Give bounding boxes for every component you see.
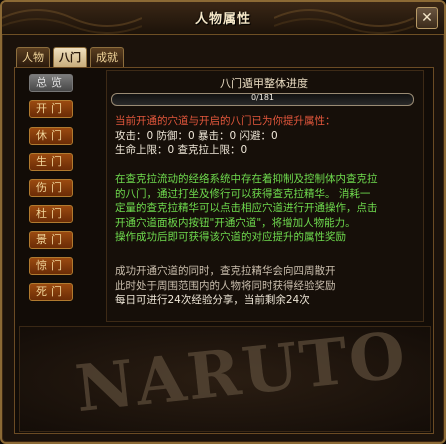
description-line: 开通穴道面板内按钮"开通穴道"，将增加人物能力。	[115, 216, 356, 229]
gate-button-jing[interactable]: 景门	[29, 231, 73, 249]
gate-button-sheng[interactable]: 生门	[29, 153, 73, 171]
gate-button-si[interactable]: 死门	[29, 283, 73, 301]
description-line: 操作成功后即可获得该穴道的对应提升的属性奖励	[115, 231, 346, 243]
gate-button-xiu[interactable]: 休门	[29, 127, 73, 145]
logo-area: NARUTO	[19, 318, 431, 432]
tab-achievements[interactable]: 成就	[90, 47, 124, 67]
sharing-line: 此时处于周围范围内的人物将同时获得经验奖励	[115, 279, 336, 292]
overview-button[interactable]: 总览	[29, 74, 73, 92]
tab-bar: 人物 八门 成就	[16, 47, 124, 68]
description-line: 定量的查克拉精华可以点击相应穴道进行开通操作，点击	[115, 202, 378, 214]
attributes-line-1: 攻击：0 防御：0 暴击：0 闪避：0	[115, 130, 278, 142]
gate-button-du[interactable]: 杜门	[29, 205, 73, 223]
progress-title: 八门遁甲整体进度	[220, 77, 308, 90]
window-title: 人物属性	[194, 12, 251, 27]
description-line: 的八门，通过打坐及修行可以获得查克拉精华。 消耗一	[115, 187, 371, 200]
sharing-text: 成功开通穴道的同时，查克拉精华会向四周散开 此时处于周围范围内的人物将同时获得经…	[115, 264, 336, 308]
tab-character[interactable]: 人物	[16, 47, 50, 67]
attributes-heading: 当前开通的穴道与开启的八门已为你提升属性：	[115, 115, 336, 127]
gate-button-jing2[interactable]: 惊门	[29, 257, 73, 275]
sharing-line: 每日可进行24次经验分享，当前剩余24次	[115, 294, 310, 306]
gate-button-kai[interactable]: 开门	[29, 100, 73, 118]
naruto-logo: NARUTO	[71, 317, 411, 428]
description-text: 在查克拉流动的经络系统中存在着抑制及控制体内查克拉 的八门，通过打坐及修行可以获…	[115, 172, 378, 245]
progress-text: 0/181	[250, 93, 275, 102]
gate-button-shang[interactable]: 伤门	[29, 179, 73, 197]
description-line: 在查克拉流动的经络系统中存在着抑制及控制体内查克拉	[115, 173, 378, 185]
close-icon[interactable]: ✕	[416, 7, 438, 29]
sharing-line: 成功开通穴道的同时，查克拉精华会向四周散开	[115, 265, 336, 277]
overall-progress-bar: 0/181	[111, 93, 414, 106]
character-attributes-window: 人物属性 ✕ 人物 八门 成就 总览 开门 休门 生门 伤门 杜门 景门 惊门 …	[0, 0, 446, 444]
tab-eight-gates[interactable]: 八门	[53, 47, 87, 67]
attributes-line-2: 生命上限：0 查克拉上限：0	[115, 144, 248, 156]
title-bar[interactable]: 人物属性 ✕	[2, 2, 444, 35]
